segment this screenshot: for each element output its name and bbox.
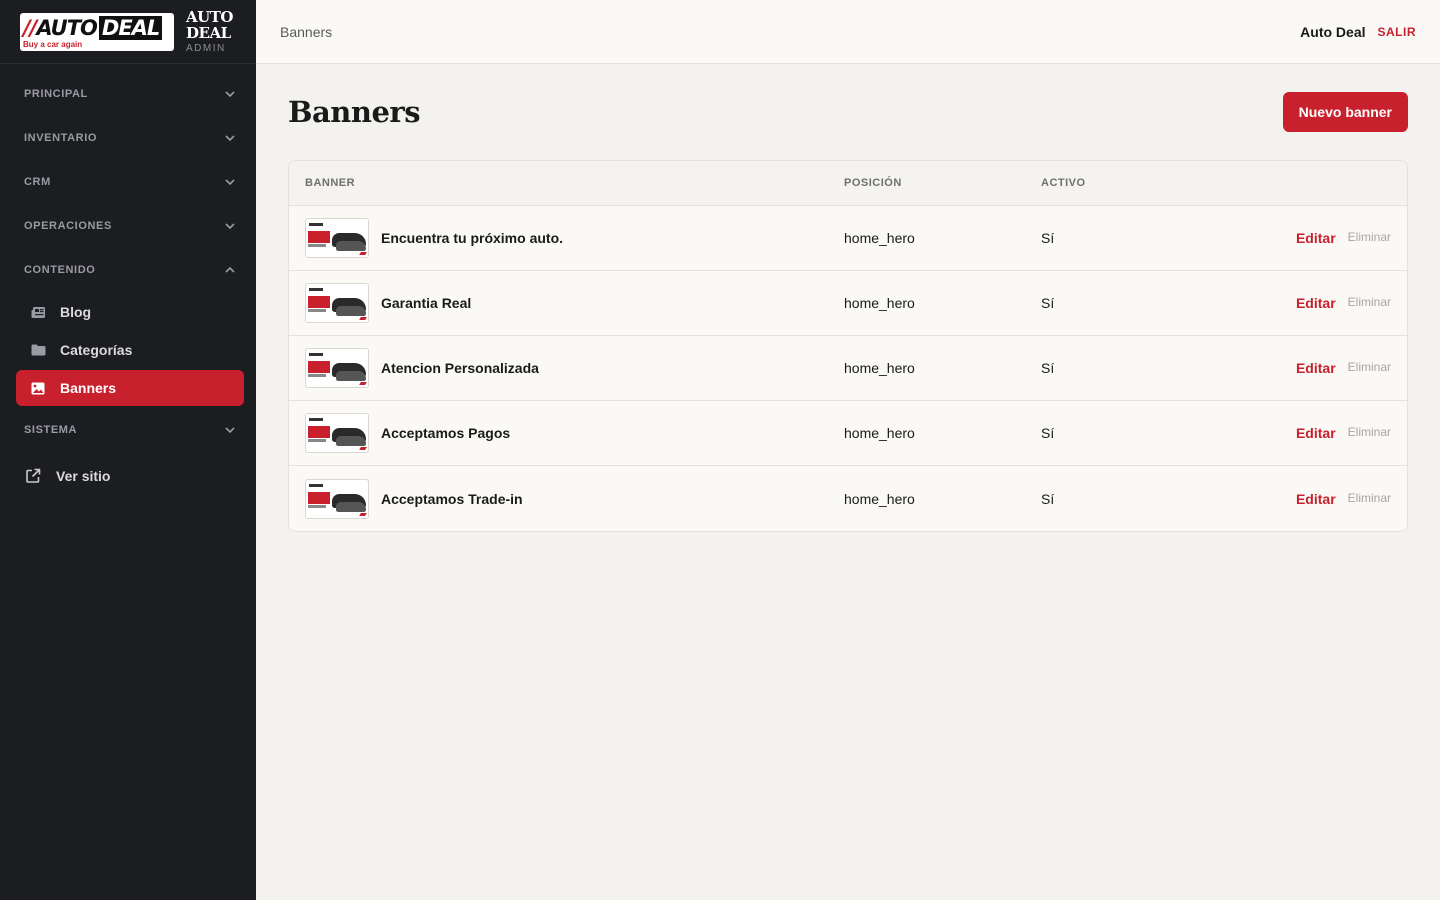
user-name: Auto Deal [1300,23,1366,40]
banner-active: Sí [1041,360,1055,376]
edit-button[interactable]: Editar [1296,425,1336,441]
edit-button[interactable]: Editar [1296,360,1336,376]
view-site-label: Ver sitio [56,468,111,484]
chevron-up-icon [224,264,236,276]
image-icon [30,380,46,396]
nav-section-label: SISTEMA [24,424,78,436]
new-banner-button[interactable]: Nuevo banner [1282,92,1408,132]
banner-name: Atencion Personalizada [381,360,539,376]
sidebar-item-label: Categorías [60,342,133,358]
chevron-down-icon [224,424,236,436]
nav-section-label: PRINCIPAL [24,88,88,100]
banner-active: Sí [1041,230,1055,246]
banner-position: home_hero [844,230,915,246]
view-site-link[interactable]: Ver sitio [0,454,256,498]
nav-section-operaciones[interactable]: OPERACIONES [0,204,256,248]
nav-section-sistema[interactable]: SISTEMA [0,408,256,452]
banner-thumbnail [305,478,369,519]
banner-thumbnail [305,348,369,388]
sidebar: //AUTO DEAL Buy a car again AUTO DEAL ADM… [0,0,256,900]
sidebar-item-label: Blog [60,304,92,320]
banner-thumbnail [305,218,369,258]
banner-thumbnail [305,283,369,323]
table-row: Acceptamos Pagos home_hero Sí Editar Eli… [289,401,1407,466]
main-content: Banners Nuevo banner BANNER POSICIÓN ACT… [288,64,1408,532]
brand-header: //AUTO DEAL Buy a car again AUTO DEAL ADM… [0,0,256,64]
banner-name: Acceptamos Trade-in [381,490,523,507]
edit-button[interactable]: Editar [1296,230,1336,246]
nav-section-label: CRM [24,176,51,188]
breadcrumb: Banners [280,23,333,40]
nav-section-inventario[interactable]: INVENTARIO [0,116,256,160]
nav-section-crm[interactable]: CRM [0,160,256,204]
logo-tagline: Buy a car again [23,39,83,49]
banner-active: Sí [1041,425,1055,441]
chevron-down-icon [224,132,236,144]
delete-button[interactable]: Eliminar [1348,360,1391,376]
brand-text: AUTO DEAL ADMIN [186,9,236,54]
table-row: Atencion Personalizada home_hero Sí Edit… [289,336,1407,401]
sidebar-nav: PRINCIPAL INVENTARIO CRM OPERACIONES CON… [0,64,256,498]
user-area: Auto Deal SALIR [1300,24,1416,40]
sidebar-item-label: Banners [60,380,117,396]
table-header: BANNER POSICIÓN ACTIVO [289,161,1407,206]
external-link-icon [24,467,42,485]
nav-section-label: OPERACIONES [24,220,112,232]
banner-position: home_hero [844,360,915,376]
folder-icon [30,342,46,358]
banners-table: BANNER POSICIÓN ACTIVO Encuentra tu próx… [288,160,1408,532]
autodeal-logo[interactable]: //AUTO DEAL Buy a car again [20,12,174,51]
banner-position: home_hero [844,295,915,311]
banner-thumbnail [305,413,369,453]
banner-name: Garantia Real [381,295,472,311]
banner-name: Acceptamos Pagos [381,425,511,441]
delete-button[interactable]: Eliminar [1348,230,1391,246]
table-row: Garantia Real home_hero Sí Editar Elimin… [289,271,1407,336]
banner-active: Sí [1041,490,1055,507]
nav-section-label: INVENTARIO [24,132,98,144]
banner-position: home_hero [844,490,915,507]
table-row: Acceptamos Trade-in home_hero Sí Editar … [289,466,1407,531]
logo-slash: // [23,15,37,40]
brand-title: AUTO DEAL [186,8,233,42]
logo-deal: DEAL [98,15,163,40]
page-header: Banners Nuevo banner [288,64,1408,160]
table-row: Encuentra tu próximo auto. home_hero Sí … [289,206,1407,271]
banner-position: home_hero [844,425,915,441]
logo-auto: AUTO [36,15,98,40]
sidebar-item-blog[interactable]: Blog [16,294,244,330]
sidebar-item-banners[interactable]: Banners [16,370,244,406]
column-header-position: POSICIÓN [844,177,902,189]
edit-button[interactable]: Editar [1296,295,1336,311]
chevron-down-icon [224,176,236,188]
banner-name: Encuentra tu próximo auto. [381,230,564,246]
sidebar-item-categorias[interactable]: Categorías [16,332,244,368]
brand-subtitle: ADMIN [186,43,226,54]
top-bar: Banners Auto Deal SALIR [256,0,1440,64]
banner-active: Sí [1041,295,1055,311]
chevron-down-icon [224,220,236,232]
delete-button[interactable]: Eliminar [1348,491,1391,507]
nav-section-label: CONTENIDO [24,264,96,276]
nav-section-contenido[interactable]: CONTENIDO [0,248,256,292]
edit-button[interactable]: Editar [1296,491,1336,507]
logout-button[interactable]: SALIR [1378,25,1417,39]
newspaper-icon [30,304,46,320]
column-header-banner: BANNER [305,177,356,189]
column-header-active: ACTIVO [1041,177,1086,189]
nav-section-principal[interactable]: PRINCIPAL [0,72,256,116]
chevron-down-icon [224,88,236,100]
page-title: Banners [288,95,421,129]
delete-button[interactable]: Eliminar [1348,425,1391,441]
delete-button[interactable]: Eliminar [1348,295,1391,311]
